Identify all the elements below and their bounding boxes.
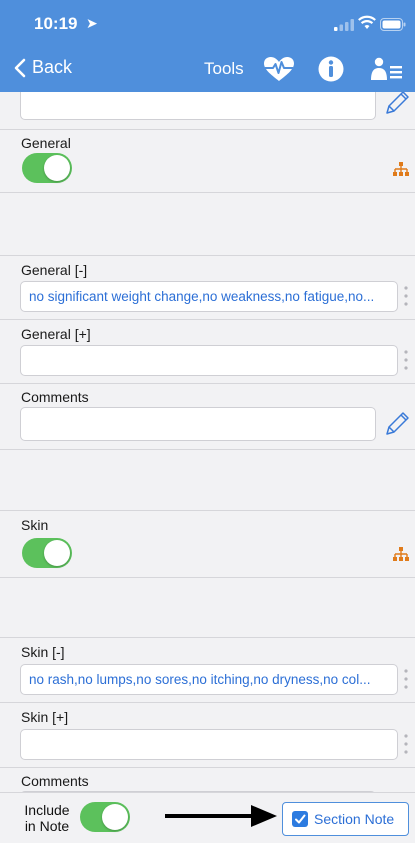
- divider: [0, 129, 415, 130]
- skin-pos-field[interactable]: [20, 729, 398, 760]
- hierarchy-icon[interactable]: [393, 162, 409, 176]
- toggle-knob: [44, 155, 70, 181]
- skin-comments-label: Comments: [21, 773, 89, 789]
- divider: [0, 449, 415, 450]
- previous-text-field[interactable]: [20, 92, 376, 120]
- form-content[interactable]: General General [-] no significant weigh…: [0, 92, 415, 792]
- wifi-icon: [358, 15, 376, 29]
- back-button[interactable]: Back: [14, 57, 72, 78]
- divider: [0, 577, 415, 578]
- general-neg-value: no significant weight change,no weakness…: [29, 289, 375, 304]
- pencil-icon[interactable]: [383, 92, 411, 117]
- more-vertical-icon[interactable]: [402, 668, 410, 690]
- arrow-right-icon: [165, 805, 277, 827]
- general-pos-label: General [+]: [21, 326, 91, 342]
- info-icon[interactable]: [318, 56, 344, 82]
- toggle-knob: [44, 540, 70, 566]
- include-in-note-toggle[interactable]: [80, 802, 130, 832]
- general-comments-field[interactable]: [20, 407, 376, 441]
- battery-icon: [380, 18, 406, 31]
- location-icon: ➤: [86, 15, 98, 31]
- general-neg-field[interactable]: no significant weight change,no weakness…: [20, 281, 398, 312]
- clock: 10:19: [34, 14, 78, 33]
- general-comments-label: Comments: [21, 389, 89, 405]
- general-toggle[interactable]: [22, 153, 72, 183]
- divider: [0, 702, 415, 703]
- divider: [0, 255, 415, 256]
- general-pos-field[interactable]: [20, 345, 398, 376]
- divider: [0, 319, 415, 320]
- more-vertical-icon[interactable]: [402, 349, 410, 371]
- status-bar: 10:19 ➤: [0, 0, 415, 48]
- back-label: Back: [32, 57, 73, 77]
- divider: [0, 510, 415, 511]
- skin-neg-field[interactable]: no rash,no lumps,no sores,no itching,no …: [20, 664, 398, 695]
- general-title: General: [21, 135, 71, 151]
- heart-pulse-icon[interactable]: [263, 56, 295, 82]
- general-neg-label: General [-]: [21, 262, 88, 278]
- include-label-line2: in Note: [24, 818, 70, 834]
- checkbox-checked-icon[interactable]: [292, 811, 308, 827]
- person-list-icon[interactable]: [371, 57, 403, 81]
- chevron-left-icon: [14, 58, 26, 77]
- skin-toggle[interactable]: [22, 538, 72, 568]
- nav-bar: Back Tools: [0, 48, 415, 92]
- divider: [0, 637, 415, 638]
- more-vertical-icon[interactable]: [402, 285, 410, 307]
- pencil-icon[interactable]: [383, 410, 411, 438]
- skin-neg-label: Skin [-]: [21, 644, 65, 660]
- section-note-button[interactable]: Section Note: [282, 802, 409, 836]
- divider: [0, 192, 415, 193]
- more-vertical-icon[interactable]: [402, 733, 410, 755]
- divider: [0, 767, 415, 768]
- skin-pos-label: Skin [+]: [21, 709, 69, 725]
- tools-button[interactable]: Tools: [204, 59, 244, 79]
- signal-icon: [334, 19, 354, 31]
- hierarchy-icon[interactable]: [393, 547, 409, 561]
- include-label-line1: Include: [24, 802, 70, 818]
- include-in-note-label: Include in Note: [22, 802, 72, 834]
- skin-title: Skin: [21, 517, 49, 533]
- toggle-knob: [102, 804, 128, 830]
- skin-neg-value: no rash,no lumps,no sores,no itching,no …: [29, 672, 371, 687]
- divider: [0, 383, 415, 384]
- footer-bar: Include in Note Section Note: [0, 792, 415, 843]
- section-note-label: Section Note: [314, 811, 395, 827]
